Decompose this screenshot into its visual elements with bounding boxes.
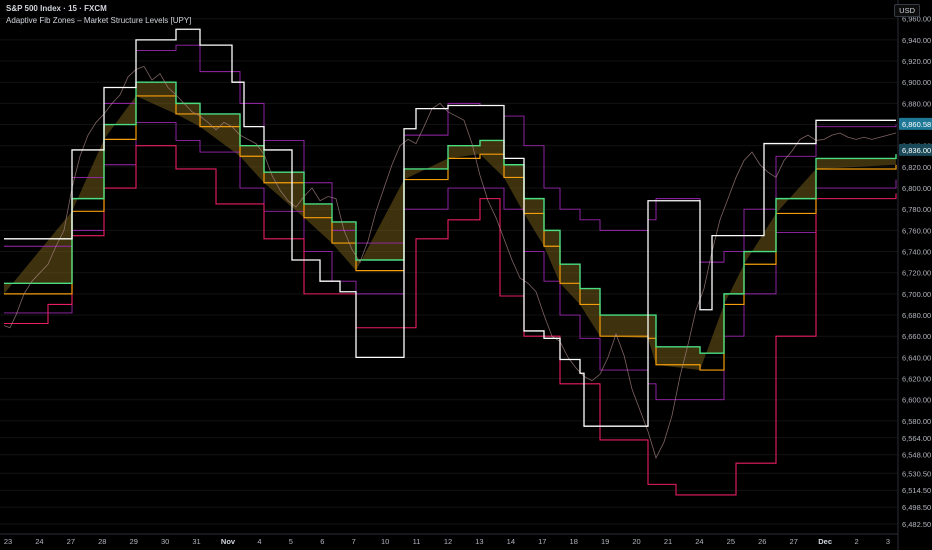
chart-window: 6,960.00 6,940.00 6,920.00 6,900.00 6,880.00…	[0, 0, 932, 550]
x-tick-label: Dec	[818, 537, 832, 546]
x-tick-label: 14	[507, 537, 515, 546]
y-tick-label: 6,530.50	[902, 469, 931, 478]
x-tick-label: 13	[475, 537, 483, 546]
y-tick-label: 6,580.00	[902, 417, 931, 426]
x-tick-label: 27	[67, 537, 75, 546]
y-tick-label: 6,482.50	[902, 520, 931, 529]
x-tick-label: 24	[695, 537, 703, 546]
y-tick-label: 6,660.00	[902, 332, 931, 341]
y-tick-label: 6,740.00	[902, 248, 931, 257]
y-tick-label: 6,640.00	[902, 353, 931, 362]
x-tick-label: 11	[413, 537, 421, 546]
x-tick-label: 17	[538, 537, 546, 546]
x-tick-label: 5	[289, 537, 293, 546]
price-chart[interactable]: 6,960.006,940.006,920.006,900.006,880.00…	[0, 0, 932, 550]
y-tick-label: 6,548.00	[902, 451, 931, 460]
y-tick-label: 6,920.00	[902, 57, 931, 66]
y-tick-label: 6,514.50	[902, 486, 931, 495]
x-tick-label: 23	[4, 537, 12, 546]
x-axis: 23 24 27 28 29 30 31 Nov 4 5 6 7 10 11 12 13 14 17 18 19 20 2…	[4, 537, 890, 546]
x-tick-label: 7	[352, 537, 356, 546]
fib-zone-fill	[4, 82, 896, 371]
fib-band-lower	[4, 121, 897, 401]
x-tick-label: 4	[257, 537, 261, 546]
x-tick-label: 25	[727, 537, 735, 546]
x-tick-label: 18	[570, 537, 578, 546]
x-tick-label: 29	[130, 537, 138, 546]
y-tick-label: 6,564.00	[902, 434, 931, 443]
y-tick-label: 6,600.00	[902, 396, 931, 405]
x-tick-label: 3	[886, 537, 890, 546]
x-tick-label: 19	[601, 537, 609, 546]
x-tick-label: Nov	[221, 537, 236, 546]
fib-core-lower	[4, 95, 897, 371]
x-tick-label: 12	[444, 537, 452, 546]
y-tick-label: 6,880.00	[902, 99, 931, 108]
y-tick-label: 6,820.00	[902, 163, 931, 172]
x-tick-label: 20	[632, 537, 640, 546]
price-label: 6,836.00	[902, 146, 931, 155]
structure-floor	[4, 145, 897, 496]
currency-label[interactable]: USD	[894, 4, 920, 17]
x-tick-label: 6	[320, 537, 324, 546]
y-tick-label: 6,680.00	[902, 311, 931, 320]
x-tick-label: 26	[758, 537, 766, 546]
x-tick-label: 21	[664, 537, 672, 546]
x-tick-label: 27	[790, 537, 798, 546]
y-tick-label: 6,780.00	[902, 205, 931, 214]
y-tick-label: 6,720.00	[902, 269, 931, 278]
y-tick-label: 6,800.00	[902, 184, 931, 193]
y-tick-label: 6,940.00	[902, 36, 931, 45]
x-tick-label: 31	[192, 537, 200, 546]
x-tick-label: 24	[35, 537, 43, 546]
price-line	[3, 65, 897, 459]
y-tick-label: 6,900.00	[902, 78, 931, 87]
indicator-name[interactable]: Adaptive Fib Zones – Market Structure Le…	[6, 16, 191, 25]
x-tick-label: 2	[854, 537, 858, 546]
y-tick-label: 6,760.00	[902, 226, 931, 235]
y-tick-label: 6,700.00	[902, 290, 931, 299]
x-tick-label: 30	[161, 537, 169, 546]
y-tick-label: 6,498.50	[902, 503, 931, 512]
x-tick-label: 28	[98, 537, 106, 546]
y-tick-label: 6,620.00	[902, 375, 931, 384]
x-tick-label: 10	[381, 537, 389, 546]
price-label: 6,860.58	[902, 120, 931, 129]
chart-title[interactable]: S&P 500 Index · 15 · FXCM	[6, 4, 107, 13]
